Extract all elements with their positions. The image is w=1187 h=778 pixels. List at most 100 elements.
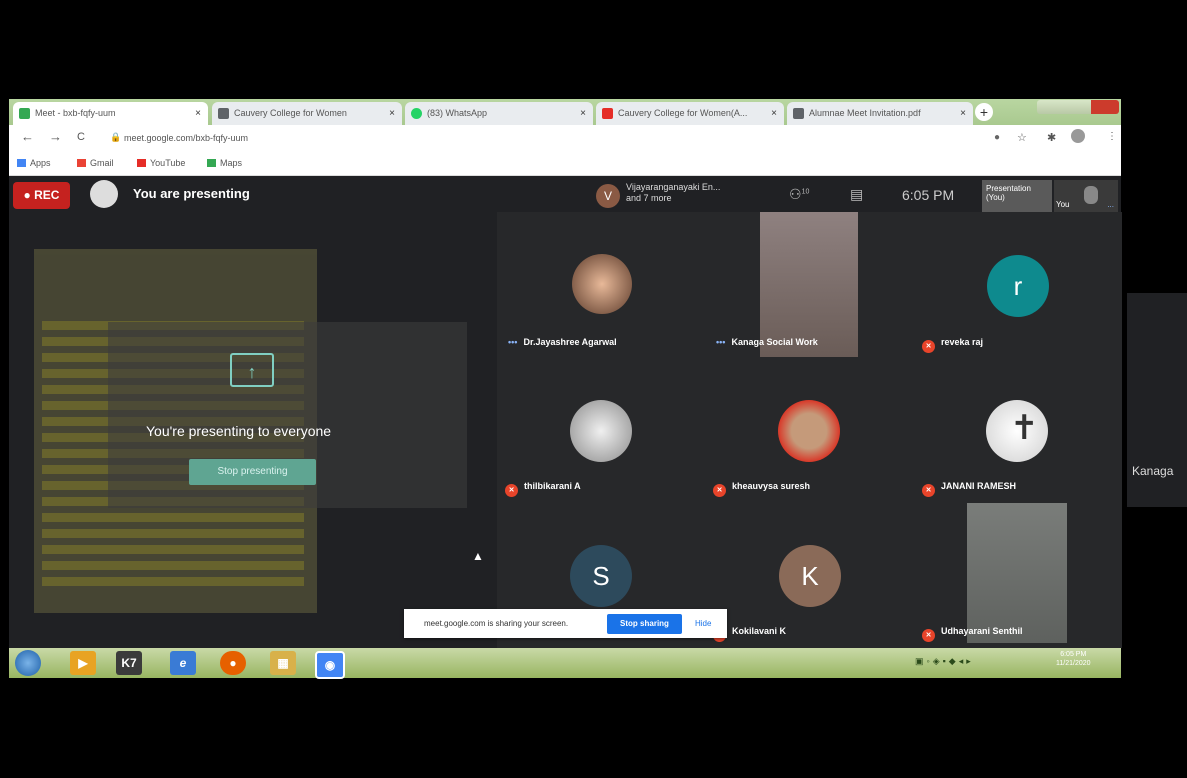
chrome-taskbar-button[interactable]: ◉: [315, 651, 345, 679]
participant-name: Dr.Jayashree Agarwal: [523, 337, 617, 347]
participant-name: reveka raj: [941, 337, 984, 347]
more-options-icon[interactable]: •••: [508, 337, 517, 347]
mic-off-icon: ✕: [922, 340, 935, 353]
participant-name: thilbikarani A: [524, 481, 581, 491]
tab-title: Alumnae Meet Invitation.pdf: [809, 108, 921, 118]
participant-video: [967, 503, 1067, 643]
reload-button[interactable]: C: [77, 131, 85, 143]
participant-photo: [778, 400, 840, 462]
participant-avatar: K: [779, 545, 841, 607]
bookmark-label: Maps: [220, 158, 243, 168]
slide-row: [42, 561, 304, 570]
bookmark-youtube[interactable]: YouTube: [137, 158, 185, 168]
participant-photo: ✝: [986, 400, 1048, 462]
forward-button[interactable]: →: [49, 129, 62, 144]
participant-name: kheauvysa suresh: [732, 481, 811, 491]
key-icon[interactable]: ●: [994, 132, 1000, 143]
internet-explorer-taskbar-button[interactable]: e: [170, 651, 196, 675]
tab-cauvery-college[interactable]: Cauvery College for Women ×: [212, 102, 402, 125]
self-view-thumbnail[interactable]: You ...: [1054, 180, 1118, 214]
participant-avatar[interactable]: V: [596, 184, 620, 208]
participant-photo: [570, 400, 632, 462]
apps-icon: [17, 159, 26, 167]
k7-taskbar-button[interactable]: K7: [116, 651, 142, 675]
bookmark-gmail[interactable]: Gmail: [77, 158, 114, 168]
mic-off-icon: ✕: [505, 484, 518, 497]
tab-cauvery-youtube[interactable]: Cauvery College for Women(A... ×: [596, 102, 784, 125]
back-button[interactable]: ←: [21, 129, 34, 144]
window-close-button[interactable]: [1091, 100, 1119, 114]
avatar: [1084, 186, 1098, 204]
present-screen-icon: ↑: [230, 353, 274, 387]
participant-name: JANANI RAMESH: [941, 481, 1017, 491]
people-count: 10: [801, 188, 810, 196]
people-button[interactable]: ⚇10: [789, 186, 809, 203]
presenting-status: You are presenting: [133, 186, 250, 201]
participant-name: Udhayarani Senthil: [941, 626, 1023, 636]
presentation-thumbnail[interactable]: Presentation (You): [982, 180, 1052, 214]
window-controls[interactable]: [1037, 100, 1119, 114]
lock-icon: 🔒: [110, 132, 122, 142]
tab-title: (83) WhatsApp: [427, 108, 488, 118]
star-icon[interactable]: ☆: [1017, 131, 1027, 144]
participant-tile-name: ••• Kanaga Social Work: [716, 337, 818, 347]
profile-avatar[interactable]: [1071, 129, 1085, 143]
tab-title: Meet - bxb-fqfy-uum: [35, 108, 116, 118]
extension-icon[interactable]: ✱: [1047, 131, 1056, 144]
more-options-icon[interactable]: •••: [716, 337, 725, 347]
people-icon: ⚇: [789, 186, 802, 202]
tab-alumnae-pdf[interactable]: Alumnae Meet Invitation.pdf ×: [787, 102, 973, 125]
mic-off-icon: ✕: [922, 629, 935, 642]
tray-time: 6:05 PM: [1060, 651, 1087, 658]
participant-tile-name: ✕ thilbikarani A: [505, 481, 581, 497]
media-player-taskbar-button[interactable]: ▶: [70, 651, 96, 675]
close-icon[interactable]: ×: [389, 102, 395, 125]
bookmark-apps[interactable]: Apps: [17, 158, 51, 168]
bookmark-label: Gmail: [90, 158, 114, 168]
close-icon[interactable]: ×: [195, 102, 201, 125]
youtube-icon: [137, 159, 146, 167]
chat-button[interactable]: ▤: [850, 186, 863, 203]
hide-button[interactable]: Hide: [695, 619, 711, 628]
screen-sharing-bar: meet.google.com is sharing your screen. …: [404, 609, 727, 638]
stop-sharing-button[interactable]: Stop sharing: [607, 614, 682, 634]
globe-icon: [793, 108, 804, 119]
tray-clock[interactable]: 6:05 PM 11/21/2020: [1056, 650, 1091, 668]
youtube-icon: [602, 108, 613, 119]
cross-icon: ✝: [1010, 409, 1039, 447]
more-options-icon[interactable]: ...: [1107, 200, 1114, 209]
slide-row: [42, 577, 304, 586]
bookmark-maps[interactable]: Maps: [207, 158, 242, 168]
new-tab-button[interactable]: +: [975, 103, 993, 121]
url-text[interactable]: meet.google.com/bxb-fqfy-uum: [124, 133, 248, 143]
start-button[interactable]: [13, 648, 45, 678]
recording-indicator: ● REC: [13, 182, 70, 209]
close-icon[interactable]: ×: [771, 102, 777, 125]
participant-name: Kokilavani K: [732, 626, 787, 636]
bookmark-label: Apps: [30, 158, 51, 168]
close-icon[interactable]: ×: [960, 102, 966, 125]
participant-photo: [572, 254, 632, 314]
address-bar[interactable]: 🔒 meet.google.com/bxb-fqfy-uum: [110, 129, 970, 149]
tab-meet[interactable]: Meet - bxb-fqfy-uum ×: [13, 102, 208, 125]
participants-summary[interactable]: Vijayaranganayaki En... and 7 more: [626, 182, 720, 204]
mic-off-icon: ✕: [713, 484, 726, 497]
file-explorer-taskbar-button[interactable]: ▦: [270, 651, 296, 675]
globe-icon: [218, 108, 229, 119]
participant-tile-name: ✕ reveka raj: [922, 337, 983, 353]
system-tray-icons[interactable]: ▣◦◈▪◆◂▸: [915, 656, 1045, 668]
tab-whatsapp[interactable]: (83) WhatsApp ×: [405, 102, 593, 125]
tray-date: 11/21/2020: [1056, 660, 1091, 667]
firefox-taskbar-button[interactable]: ●: [220, 651, 246, 675]
chat-icon: ▤: [850, 186, 864, 202]
stop-presenting-button[interactable]: Stop presenting: [189, 459, 316, 485]
meet-icon: [19, 108, 30, 119]
gmail-icon: [77, 159, 86, 167]
windows-start-icon: [15, 650, 41, 676]
participant-avatar: r: [987, 255, 1049, 317]
slide-row: [42, 529, 304, 538]
menu-icon[interactable]: ⋮: [1107, 131, 1117, 142]
participant-tile-name: ✕ JANANI RAMESH: [922, 481, 1016, 497]
slide-row: [42, 513, 304, 522]
close-icon[interactable]: ×: [580, 102, 586, 125]
